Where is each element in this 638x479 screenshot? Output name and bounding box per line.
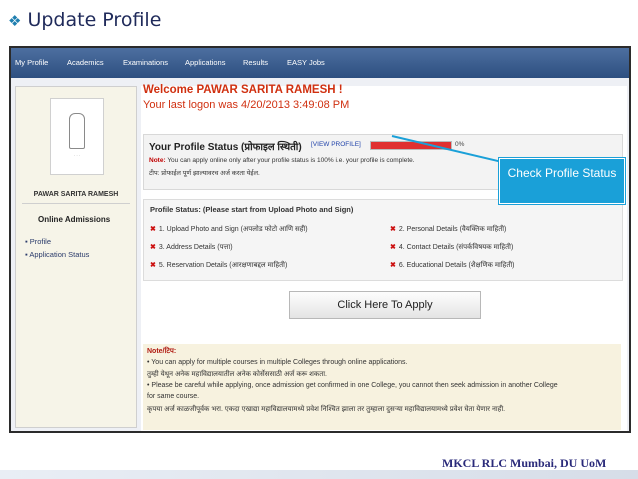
notes-section: Note/टिप: • You can apply for multiple c… <box>143 344 621 430</box>
sidebar: · · · PAWAR SARITA RAMESH Online Admissi… <box>15 86 137 428</box>
step-educational-details[interactable]: ✖ 6. Educational Details (शैक्षणिक माहिती… <box>390 261 515 270</box>
step-label: 5. Reservation Details (आरक्षणाबद्दल माह… <box>158 262 288 269</box>
sidebar-link-label: Profile <box>29 237 52 246</box>
user-name: PAWAR SARITA RAMESH <box>33 191 119 198</box>
notes-line: कृपया अर्ज काळजीपूर्वक भरा. एकदा एखाद्या… <box>147 406 506 413</box>
step-label: 2. Personal Details (वैयक्तिक माहिती) <box>398 226 507 233</box>
step-label: 6. Educational Details (शैक्षणिक माहिती) <box>398 262 515 269</box>
slide-bottom-bar <box>0 470 638 479</box>
nav-results[interactable]: Results <box>243 58 268 67</box>
notes-line: for same course. <box>147 393 200 400</box>
step-address-details[interactable]: ✖ 3. Address Details (पत्ता) <box>150 243 233 252</box>
incomplete-icon: ✖ <box>150 226 156 233</box>
sidebar-link-label: Application Status <box>29 250 90 259</box>
welcome-heading: Welcome PAWAR SARITA RAMESH ! <box>143 84 343 96</box>
incomplete-icon: ✖ <box>390 262 396 269</box>
slide-title-text: Update Profile <box>27 9 162 31</box>
step-upload-photo[interactable]: ✖ 1. Upload Photo and Sign (अपलोड फोटो आण… <box>150 225 308 234</box>
user-photo: · · · <box>50 98 104 175</box>
profile-steps-box: Profile Status: (Please start from Uploa… <box>143 199 623 281</box>
emblem-icon <box>69 113 85 149</box>
step-contact-details[interactable]: ✖ 4. Contact Details (संपर्कविषयक माहिती) <box>390 243 513 252</box>
online-admissions-heading: Online Admissions <box>38 215 111 224</box>
diamond-bullet-icon: ❖ <box>8 12 22 30</box>
notes-line: • Please be careful while applying, once… <box>147 382 558 389</box>
sidebar-divider <box>22 203 130 204</box>
incomplete-icon: ✖ <box>150 262 156 269</box>
check-profile-callout: Check Profile Status <box>499 158 625 204</box>
nav-my-profile[interactable]: My Profile <box>15 58 48 67</box>
step-label: 4. Contact Details (संपर्कविषयक माहिती) <box>398 244 514 251</box>
apply-button[interactable]: Click Here To Apply <box>289 291 481 319</box>
nav-examinations[interactable]: Examinations <box>123 58 168 67</box>
sidebar-link-profile[interactable]: ▪ Profile <box>25 237 51 246</box>
nav-academics[interactable]: Academics <box>67 58 104 67</box>
slide-footer: MKCL RLC Mumbai, DU UoM <box>442 456 607 470</box>
portal-screenshot: My Profile Academics Examinations Applic… <box>9 46 631 433</box>
nav-applications[interactable]: Applications <box>185 58 225 67</box>
step-label: 3. Address Details (पत्ता) <box>158 244 233 251</box>
view-profile-link[interactable]: [VIEW PROFILE] <box>311 141 361 148</box>
main-content: Welcome PAWAR SARITA RAMESH ! Your last … <box>141 84 627 431</box>
sidebar-link-application-status[interactable]: ▪ Application Status <box>25 250 89 259</box>
nav-easy-jobs[interactable]: EASY Jobs <box>287 58 325 67</box>
profile-note-marathi: टीप: प्रोफाईल पूर्ण झाल्यावरच अर्ज करता … <box>149 170 260 177</box>
incomplete-icon: ✖ <box>390 226 396 233</box>
step-reservation-details[interactable]: ✖ 5. Reservation Details (आरक्षणाबद्दल मा… <box>150 261 287 270</box>
slide-title: ❖ Update Profile <box>8 9 161 31</box>
last-logon: Your last logon was 4/20/2013 3:49:08 PM <box>143 99 350 111</box>
notes-header: Note/टिप: <box>147 348 177 355</box>
note-label: Note: <box>149 157 166 164</box>
note-text: You can apply online only after your pro… <box>167 157 415 164</box>
progress-fill <box>371 142 451 149</box>
top-navigation: My Profile Academics Examinations Applic… <box>11 48 629 78</box>
notes-line: • You can apply for multiple courses in … <box>147 359 408 366</box>
profile-status-title: Your Profile Status (प्रोफाइल स्थिती) <box>149 142 302 153</box>
incomplete-icon: ✖ <box>150 244 156 251</box>
notes-line: तुम्ही येथून अनेक महाविद्यालयातील अनेक क… <box>147 371 327 378</box>
progress-percent: 0% <box>455 141 465 148</box>
profile-note: Note: You can apply online only after yo… <box>149 157 415 164</box>
step-personal-details[interactable]: ✖ 2. Personal Details (वैयक्तिक माहिती) <box>390 225 506 234</box>
photo-caption: · · · <box>73 153 81 158</box>
step-label: 1. Upload Photo and Sign (अपलोड फोटो आणि… <box>158 226 308 233</box>
incomplete-icon: ✖ <box>390 244 396 251</box>
steps-title: Profile Status: (Please start from Uploa… <box>150 205 354 214</box>
profile-progress-bar <box>370 141 452 150</box>
